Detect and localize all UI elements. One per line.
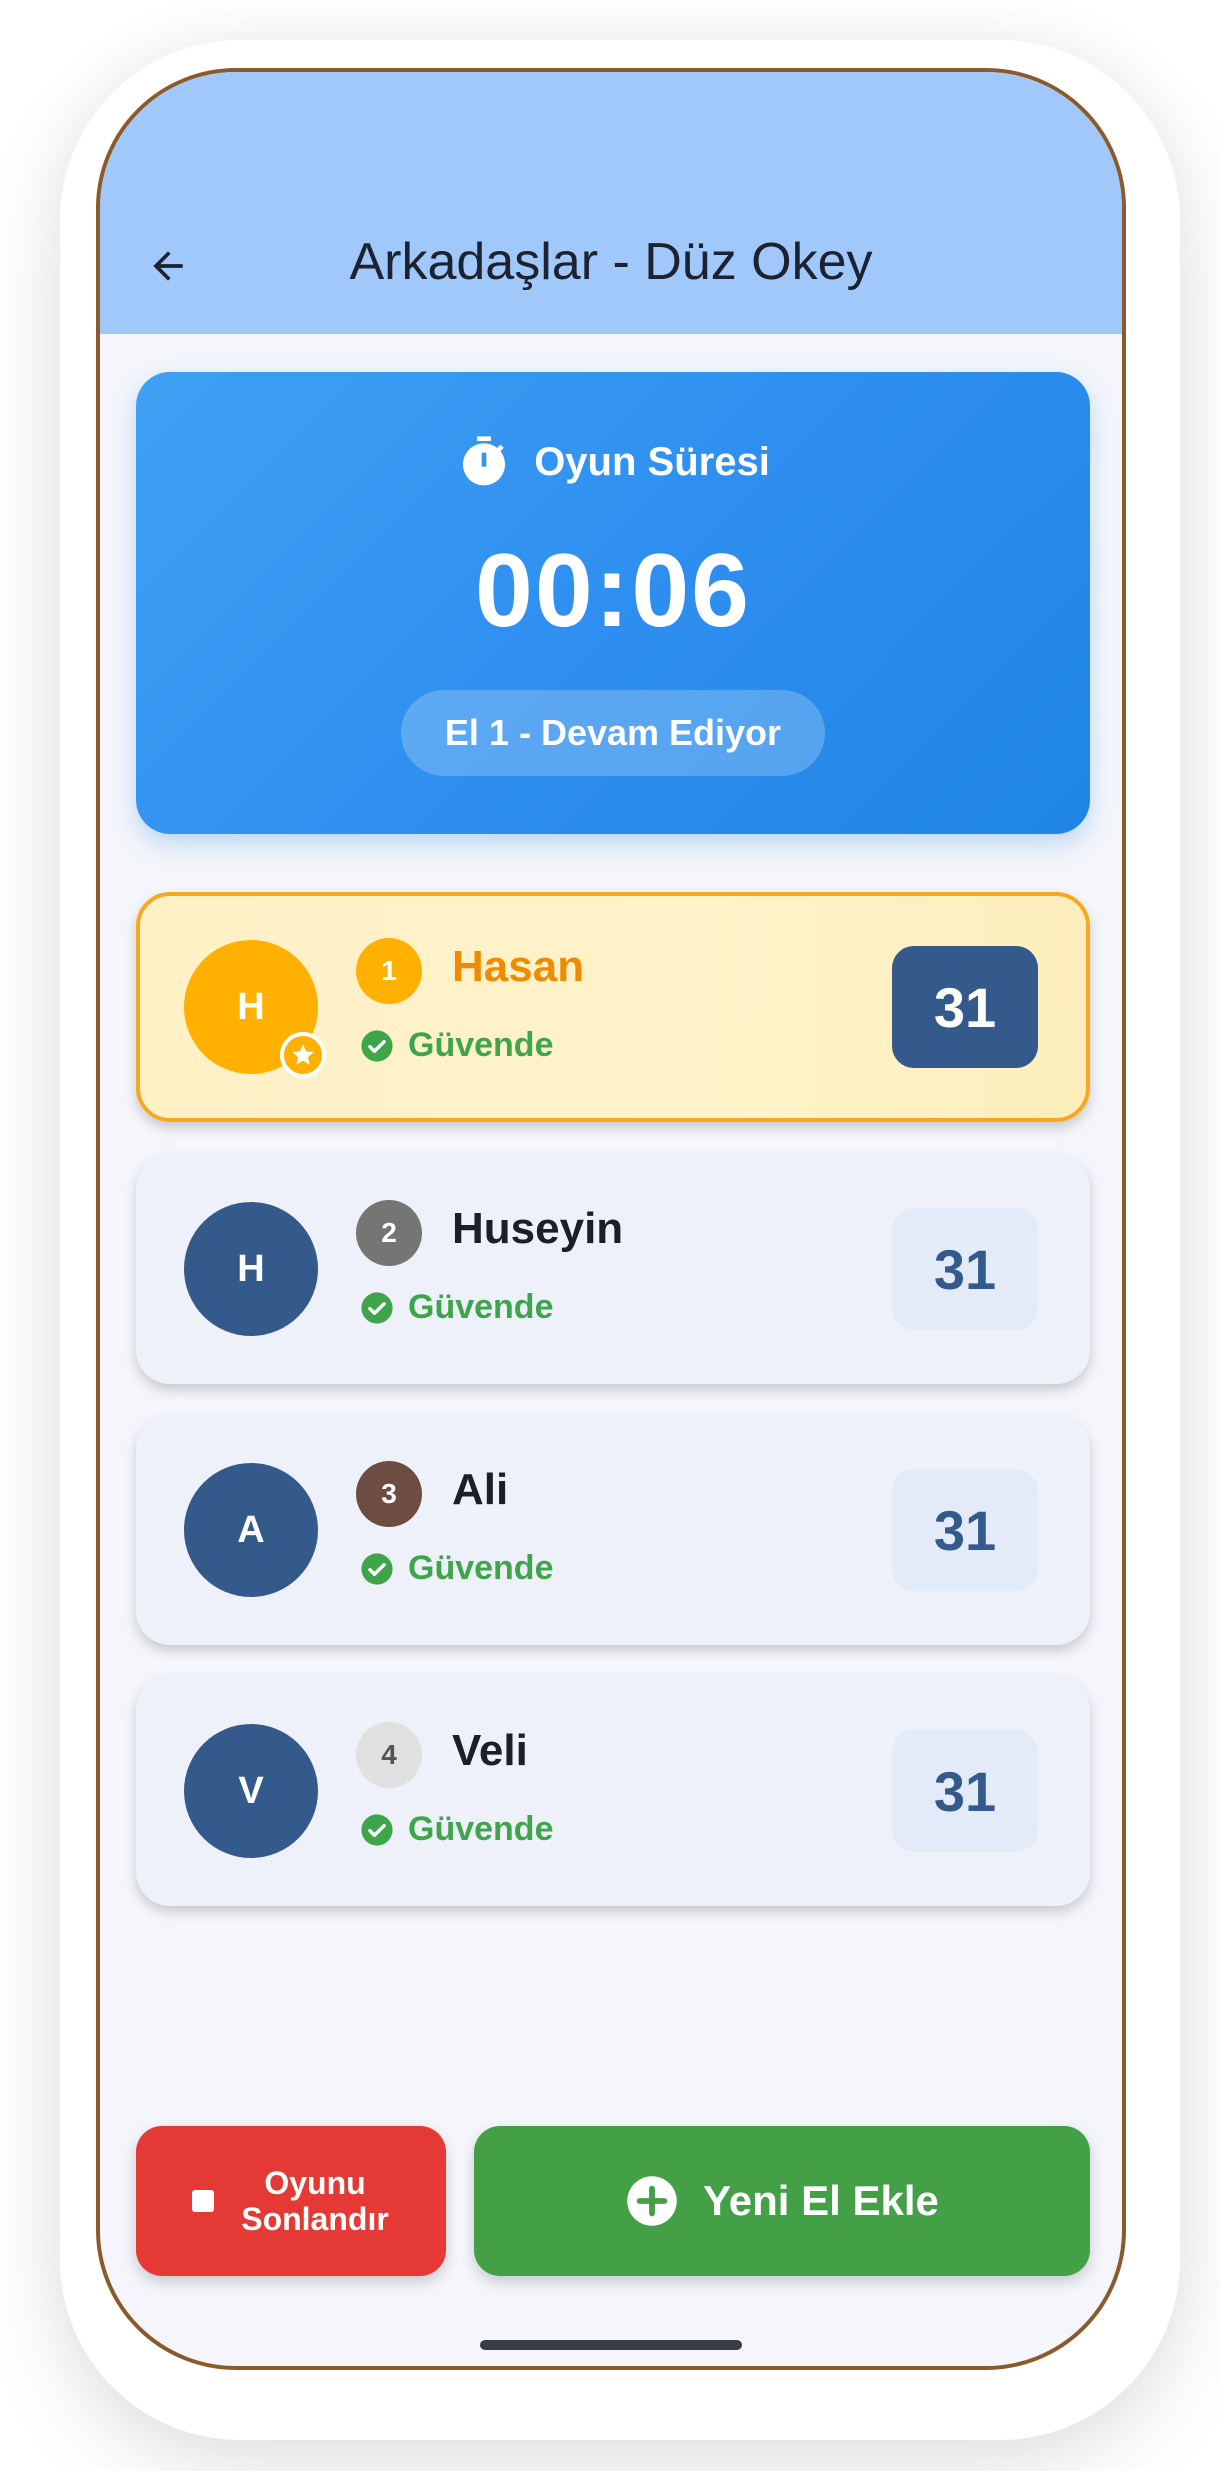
status-text: Güvende — [408, 1549, 554, 1587]
timer-label-row: Oyun Süresi — [136, 434, 1090, 490]
game-timer-card: Oyun Süresi 00:06 El 1 - Devam Ediyor — [136, 372, 1090, 834]
player-card-huseyin[interactable]: H 2 Huseyin Güvende 31 — [136, 1154, 1090, 1384]
rank-badge: 1 — [356, 938, 422, 1004]
score-box: 31 — [892, 946, 1038, 1068]
stopwatch-icon — [463, 436, 506, 486]
status-text: Güvende — [408, 1026, 554, 1064]
timer-value: 00:06 — [475, 533, 751, 649]
score-box: 31 — [892, 1469, 1038, 1591]
rank-badge: 2 — [356, 1200, 422, 1266]
timer-label: Oyun Süresi — [534, 439, 770, 484]
player-name: Ali — [452, 1465, 509, 1514]
round-status-badge: El 1 - Devam Ediyor — [401, 690, 825, 776]
check-circle-icon — [361, 1029, 393, 1062]
player-status: Güvende — [360, 1288, 553, 1327]
check-circle-icon — [361, 1813, 393, 1846]
player-name: Huseyin — [452, 1204, 624, 1253]
player-status: Güvende — [360, 1026, 553, 1065]
status-text: Güvende — [408, 1288, 554, 1326]
app-bar: Arkadaşlar - Düz Okey — [100, 72, 1122, 334]
player-card-hasan[interactable]: H 1 Hasan Güvende 31 — [136, 892, 1090, 1122]
player-status: Güvende — [360, 1810, 553, 1849]
score-box: 31 — [892, 1208, 1038, 1330]
star-icon — [292, 1044, 314, 1065]
avatar: H — [184, 1202, 318, 1336]
phone-frame: Arkadaşlar - Düz Okey Oyun Süresi 00:06 … — [96, 68, 1126, 2370]
home-indicator — [480, 2340, 742, 2350]
score-box: 31 — [892, 1730, 1038, 1852]
end-game-button[interactable]: Oyunu Sonlandır — [136, 2126, 446, 2276]
player-card-veli[interactable]: V 4 Veli Güvende 31 — [136, 1676, 1090, 1906]
add-circle-icon — [627, 2176, 677, 2226]
player-card-ali[interactable]: A 3 Ali Güvende 31 — [136, 1415, 1090, 1645]
end-game-label: Oyunu Sonlandır — [241, 2165, 389, 2237]
leader-star-badge — [280, 1032, 326, 1078]
check-circle-icon — [361, 1552, 393, 1585]
player-status: Güvende — [360, 1549, 553, 1588]
player-name: Veli — [452, 1726, 528, 1775]
status-text: Güvende — [408, 1810, 554, 1848]
avatar: V — [184, 1724, 318, 1858]
check-circle-icon — [361, 1291, 393, 1324]
rank-badge: 3 — [356, 1461, 422, 1527]
stop-icon — [192, 2190, 214, 2212]
add-round-label: Yeni El Ekle — [703, 2177, 939, 2224]
avatar: A — [184, 1463, 318, 1597]
rank-badge: 4 — [356, 1722, 422, 1788]
player-name: Hasan — [452, 942, 585, 991]
add-round-button[interactable]: Yeni El Ekle — [474, 2126, 1090, 2276]
page-title: Arkadaşlar - Düz Okey — [349, 233, 873, 291]
